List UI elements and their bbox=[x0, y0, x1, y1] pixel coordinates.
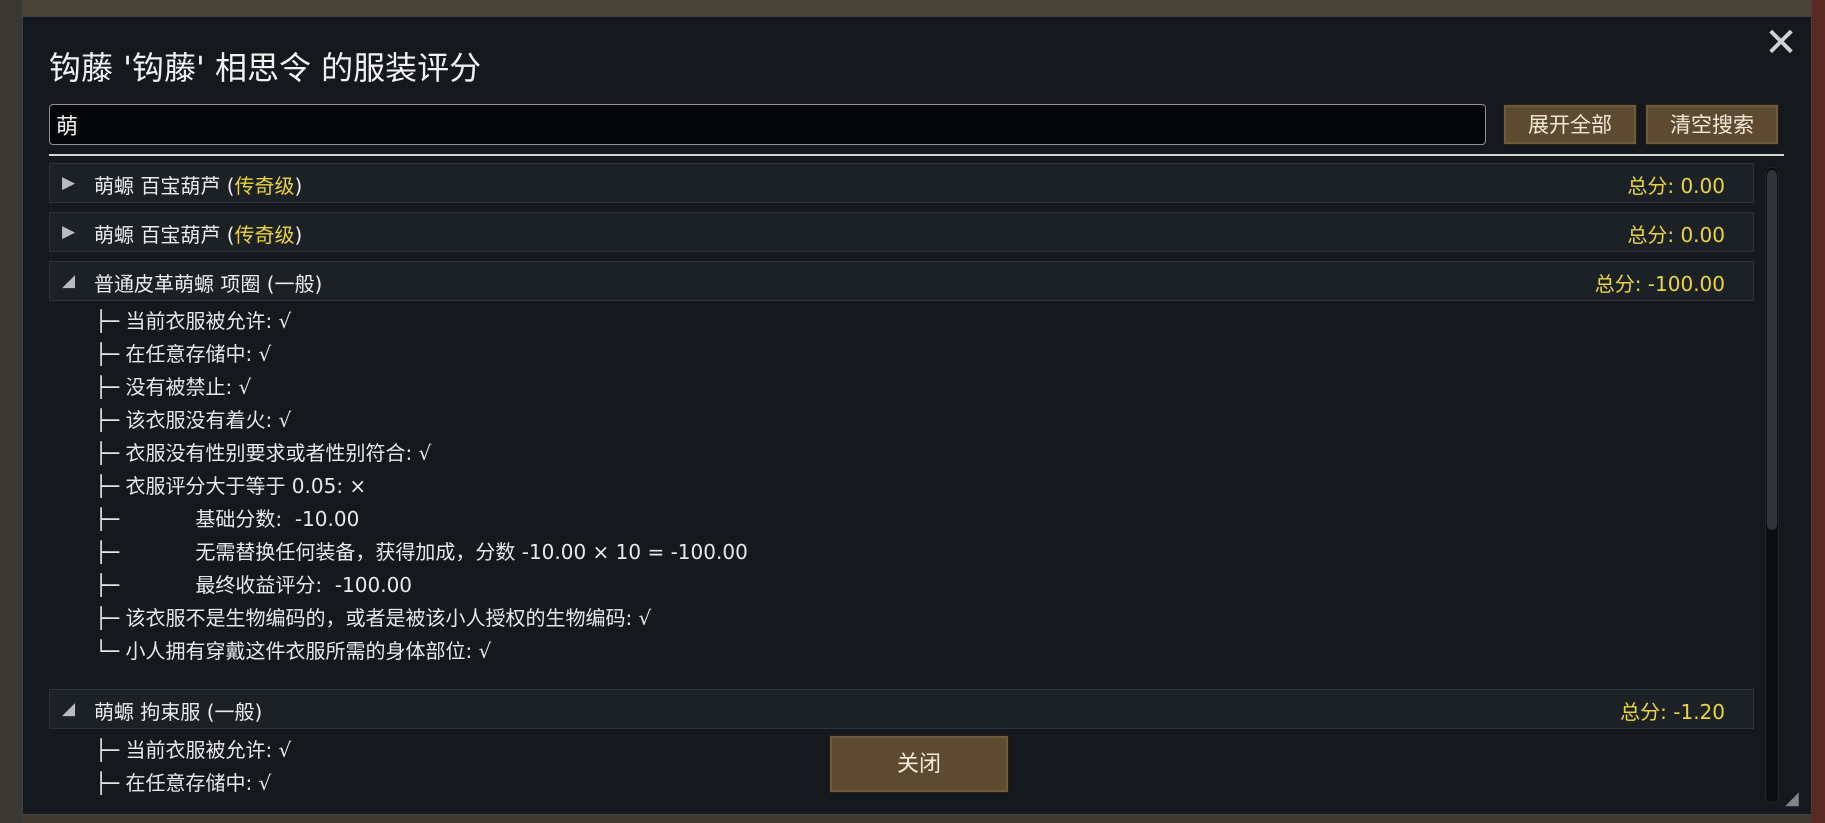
map-edge-bottom bbox=[22, 815, 1812, 823]
scrollbar[interactable] bbox=[1765, 167, 1779, 803]
score-detail-line: ├─ 当前衣服被允许: √ bbox=[95, 309, 292, 333]
collapse-triangle-icon[interactable]: ◢ bbox=[62, 699, 82, 719]
apparel-name: 萌螈 百宝葫芦 (传奇级) bbox=[94, 223, 303, 247]
apparel-name: 萌螈 拘束服 (一般) bbox=[94, 700, 263, 724]
apparel-score: 总分: 0.00 bbox=[1627, 223, 1725, 247]
resize-handle-icon[interactable]: ◢ bbox=[1785, 788, 1807, 810]
apparel-row[interactable]: ◢ 萌螈 拘束服 (一般) 总分: -1.20 bbox=[49, 689, 1754, 729]
score-detail-line: ├─ 该衣服没有着火: √ bbox=[95, 408, 292, 432]
score-detail-line: ├─ 最终收益评分: -100.00 bbox=[95, 573, 413, 597]
quality-label: 传奇级 bbox=[234, 223, 295, 247]
collapse-triangle-icon[interactable]: ◢ bbox=[62, 271, 82, 291]
score-detail-line: ├─ 无需替换任何装备，获得加成，分数 -10.00 × 10 = -100.0… bbox=[95, 540, 748, 564]
apparel-row[interactable]: ▶ 萌螈 百宝葫芦 (传奇级) 总分: 0.00 bbox=[49, 212, 1754, 252]
scroll-thumb[interactable] bbox=[1767, 170, 1777, 530]
apparel-score: 总分: -1.20 bbox=[1620, 700, 1725, 724]
apparel-name: 萌螈 百宝葫芦 (传奇级) bbox=[94, 174, 303, 198]
clear-search-button[interactable]: 清空搜索 bbox=[1645, 104, 1779, 145]
apparel-row[interactable]: ▶ 萌螈 百宝葫芦 (传奇级) 总分: 0.00 bbox=[49, 163, 1754, 203]
apparel-list: ▶ 萌螈 百宝葫芦 (传奇级) 总分: 0.00 ▶ 萌螈 百宝葫芦 (传奇级)… bbox=[49, 163, 1755, 803]
score-detail-line: └─ 小人拥有穿戴这件衣服所需的身体部位: √ bbox=[95, 639, 492, 663]
map-edge-left bbox=[0, 0, 22, 823]
score-detail-line: ├─ 当前衣服被允许: √ bbox=[95, 738, 292, 762]
search-input[interactable] bbox=[49, 104, 1486, 145]
quality-label: 传奇级 bbox=[234, 174, 295, 198]
map-edge-top bbox=[22, 0, 1812, 16]
expand-triangle-icon[interactable]: ▶ bbox=[62, 173, 82, 193]
expand-triangle-icon[interactable]: ▶ bbox=[62, 222, 82, 242]
score-detail-line: ├─ 衣服评分大于等于 0.05: × bbox=[95, 474, 367, 498]
score-detail-line: ├─ 基础分数: -10.00 bbox=[95, 507, 360, 531]
apparel-score: 总分: -100.00 bbox=[1594, 272, 1725, 296]
score-detail-line: ├─ 在任意存储中: √ bbox=[95, 771, 272, 795]
score-detail-line: ├─ 该衣服不是生物编码的，或者是被该小人授权的生物编码: √ bbox=[95, 606, 652, 630]
map-edge-right bbox=[1812, 0, 1825, 823]
divider bbox=[49, 154, 1784, 156]
score-detail-line: ├─ 在任意存储中: √ bbox=[95, 342, 272, 366]
apparel-score: 总分: 0.00 bbox=[1627, 174, 1725, 198]
apparel-score-dialog: ✕ 钩藤 '钩藤' 相思令 的服装评分 展开全部 清空搜索 ▶ 萌螈 百宝葫芦 … bbox=[22, 16, 1812, 815]
close-icon[interactable]: ✕ bbox=[1761, 23, 1801, 63]
expand-all-button[interactable]: 展开全部 bbox=[1503, 104, 1637, 145]
score-detail-line: ├─ 衣服没有性别要求或者性别符合: √ bbox=[95, 441, 432, 465]
apparel-row[interactable]: ◢ 普通皮革萌螈 项圈 (一般) 总分: -100.00 bbox=[49, 261, 1754, 301]
apparel-name: 普通皮革萌螈 项圈 (一般) bbox=[94, 272, 323, 296]
dialog-title: 钩藤 '钩藤' 相思令 的服装评分 bbox=[49, 49, 482, 87]
close-button[interactable]: 关闭 bbox=[829, 735, 1009, 793]
score-detail-line: ├─ 没有被禁止: √ bbox=[95, 375, 252, 399]
